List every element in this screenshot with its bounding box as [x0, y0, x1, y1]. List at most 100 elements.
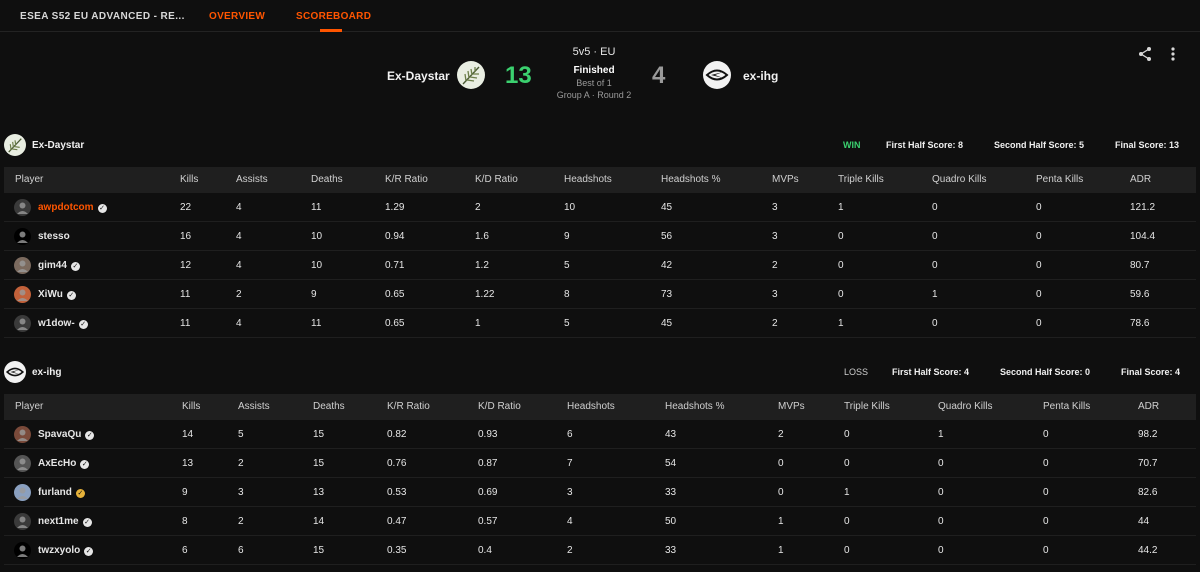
avatar[interactable]	[14, 513, 31, 530]
stat-cell: 0.69	[478, 487, 498, 498]
col-triple[interactable]: Triple Kills	[838, 174, 884, 185]
stat-cell: 1	[932, 289, 938, 300]
col-mvps[interactable]: MVPs	[772, 174, 799, 185]
col-headshots[interactable]: Headshots	[567, 401, 615, 412]
tournament-title[interactable]: ESEA S52 EU ADVANCED - RE...	[20, 11, 185, 22]
table-row[interactable]: awpdotcom ✓ 22 4 11 1.29 2 10 45 3 1 0 0 121.2	[4, 193, 1196, 222]
col-player[interactable]: Player	[15, 174, 43, 185]
avatar[interactable]	[14, 484, 31, 501]
stat-cell: 0	[1036, 289, 1042, 300]
stat-cell: 0	[778, 458, 784, 469]
table-row[interactable]: twzxyolo ✓ 6 6 15 0.35 0.4 2 33 1 0 0 0 44.2	[4, 536, 1196, 565]
avatar[interactable]	[14, 315, 31, 332]
table-row[interactable]: gim44 ✓ 12 4 10 0.71 1.2 5 42 2 0 0 0 80.7	[4, 251, 1196, 280]
stat-cell: 0	[932, 260, 938, 271]
table-row[interactable]: stesso 16 4 10 0.94 1.6 9 56 3 0 0 0 104.4	[4, 222, 1196, 251]
team1-logo[interactable]	[457, 61, 485, 89]
col-penta[interactable]: Penta Kills	[1036, 174, 1083, 185]
col-kills[interactable]: Kills	[180, 174, 198, 185]
col-quadro[interactable]: Quadro Kills	[938, 401, 992, 412]
col-kr[interactable]: K/R Ratio	[385, 174, 428, 185]
avatar[interactable]	[14, 228, 31, 245]
team1-score: 13	[505, 62, 532, 89]
player-name[interactable]: AxEcHo ✓	[38, 458, 90, 469]
team2-name[interactable]: ex-ihg	[743, 69, 778, 83]
player-name[interactable]: SpavaQu ✓	[38, 429, 95, 440]
stat-cell: 59.6	[1130, 289, 1150, 300]
col-kr[interactable]: K/R Ratio	[387, 401, 430, 412]
avatar[interactable]	[14, 199, 31, 216]
stat-cell: 0	[838, 231, 844, 242]
player-name[interactable]: twzxyolo ✓	[38, 545, 94, 556]
table-row[interactable]: SpavaQu ✓ 14 5 15 0.82 0.93 6 43 2 0 1 0 98.2	[4, 420, 1196, 449]
col-deaths[interactable]: Deaths	[313, 401, 345, 412]
stat-cell: 0.94	[385, 231, 405, 242]
stat-cell: 0	[938, 545, 944, 556]
col-adr[interactable]: ADR	[1130, 174, 1151, 185]
stat-cell: 0	[932, 231, 938, 242]
verified-icon: ✓	[82, 518, 92, 527]
player-name[interactable]: awpdotcom ✓	[38, 202, 107, 213]
stat-cell: 1.2	[475, 260, 489, 271]
stat-cell: 6	[238, 545, 244, 556]
col-headshots[interactable]: Headshots	[564, 174, 612, 185]
col-quadro[interactable]: Quadro Kills	[932, 174, 986, 185]
table-row[interactable]: next1me ✓ 8 2 14 0.47 0.57 4 50 1 0 0 0 44	[4, 507, 1196, 536]
player-name[interactable]: stesso	[38, 231, 70, 242]
table-row[interactable]: furland ✓ 9 3 13 0.53 0.69 3 33 0 1 0 0 82.6	[4, 478, 1196, 507]
verified-icon: ✓	[70, 262, 80, 271]
stat-cell: 33	[665, 545, 677, 556]
col-mvps[interactable]: MVPs	[778, 401, 805, 412]
stat-cell: 0.65	[385, 318, 405, 329]
player-name-text: next1me	[38, 516, 79, 527]
stat-cell: 3	[772, 202, 778, 213]
player-name[interactable]: XiWu ✓	[38, 289, 76, 300]
stat-cell: 50	[665, 516, 677, 527]
team1-bar-name[interactable]: Ex-Daystar	[32, 140, 84, 151]
stat-cell: 7	[567, 458, 573, 469]
player-name[interactable]: furland ✓	[38, 487, 85, 498]
col-headshots-pct[interactable]: Headshots %	[665, 401, 724, 412]
col-adr[interactable]: ADR	[1138, 401, 1159, 412]
avatar[interactable]	[14, 542, 31, 559]
player-name[interactable]: next1me ✓	[38, 516, 92, 527]
col-kills[interactable]: Kills	[182, 401, 200, 412]
col-triple[interactable]: Triple Kills	[844, 401, 890, 412]
col-headshots-pct[interactable]: Headshots %	[661, 174, 720, 185]
stat-cell: 104.4	[1130, 231, 1156, 242]
col-assists[interactable]: Assists	[236, 174, 268, 185]
avatar[interactable]	[14, 455, 31, 472]
stat-cell: 0	[778, 487, 784, 498]
stat-cell: 16	[180, 231, 192, 242]
share-icon[interactable]	[1138, 46, 1152, 65]
stat-cell: 12	[180, 260, 192, 271]
eye-logo-icon	[705, 69, 729, 81]
team2-rows: SpavaQu ✓ 14 5 15 0.82 0.93 6 43 2 0 1 0 98.2 AxEcHo ✓ 1…	[4, 420, 1196, 565]
avatar[interactable]	[14, 257, 31, 274]
col-player[interactable]: Player	[15, 401, 43, 412]
team2-logo[interactable]	[703, 61, 731, 89]
team2-first-half: First Half Score: 4	[892, 367, 970, 377]
table-row[interactable]: XiWu ✓ 11 2 9 0.65 1.22 8 73 3 0 1 0 59.6	[4, 280, 1196, 309]
stat-cell: 10	[564, 202, 576, 213]
col-deaths[interactable]: Deaths	[311, 174, 343, 185]
col-penta[interactable]: Penta Kills	[1043, 401, 1090, 412]
team1-table: Player Kills Assists Deaths K/R Ratio K/…	[4, 167, 1196, 338]
col-assists[interactable]: Assists	[238, 401, 270, 412]
stat-cell: 4	[236, 231, 242, 242]
team1-name[interactable]: Ex-Daystar	[387, 69, 450, 83]
table-row[interactable]: AxEcHo ✓ 13 2 15 0.76 0.87 7 54 0 0 0 0 70.7	[4, 449, 1196, 478]
col-kd[interactable]: K/D Ratio	[478, 401, 521, 412]
col-kd[interactable]: K/D Ratio	[475, 174, 518, 185]
avatar[interactable]	[14, 286, 31, 303]
tab-scoreboard[interactable]: SCOREBOARD	[296, 11, 371, 22]
stat-cell: 1	[838, 318, 844, 329]
table-row[interactable]: w1dow- ✓ 11 4 11 0.65 1 5 45 2 1 0 0 78.6	[4, 309, 1196, 338]
more-vertical-icon[interactable]	[1168, 46, 1178, 65]
player-name[interactable]: gim44 ✓	[38, 260, 80, 271]
avatar[interactable]	[14, 426, 31, 443]
tab-overview[interactable]: OVERVIEW	[209, 11, 265, 22]
team2-bar-name[interactable]: ex-ihg	[32, 367, 61, 378]
verified-icon: ✓	[80, 460, 90, 469]
player-name[interactable]: w1dow- ✓	[38, 318, 88, 329]
